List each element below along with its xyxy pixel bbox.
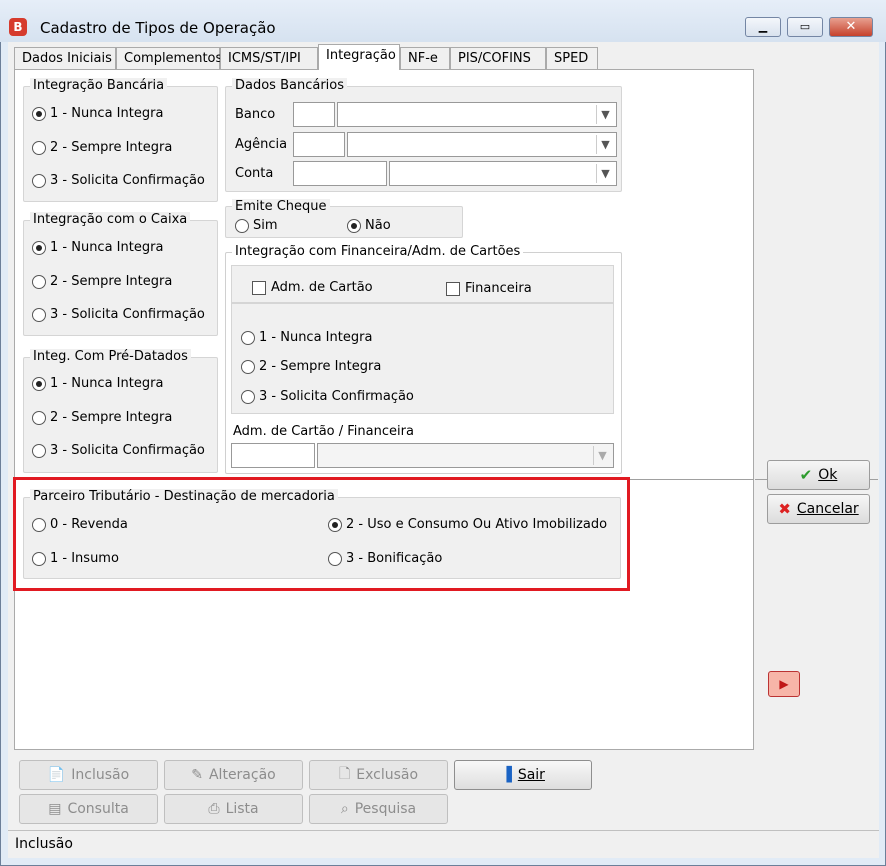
pesquisa-button[interactable]: ⌕ Pesquisa: [309, 794, 448, 824]
radio-bancaria-2[interactable]: 2 - Sempre Integra: [32, 140, 172, 155]
radio-financeira-3[interactable]: 3 - Solicita Confirmação: [241, 389, 414, 404]
maximize-button[interactable]: ▭: [787, 17, 823, 37]
radio-bancaria-1[interactable]: 1 - Nunca Integra: [32, 106, 163, 121]
conta-combo[interactable]: ▼: [389, 161, 617, 186]
conta-code-input[interactable]: [293, 161, 387, 186]
group-financeira: Integração com Financeira/Adm. de Cartõe…: [225, 244, 622, 474]
group-integracao-caixa: Integração com o Caixa 1 - Nunca Integra…: [23, 212, 218, 336]
chevron-down-icon[interactable]: ▼: [596, 135, 614, 154]
radio-caixa-2[interactable]: 2 - Sempre Integra: [32, 274, 172, 289]
status-text: Inclusão: [15, 836, 73, 852]
radio-dot-icon: [32, 240, 46, 255]
checkbox-icon: [252, 280, 266, 295]
radio-predatados-3[interactable]: 3 - Solicita Confirmação: [32, 443, 205, 458]
close-icon: ✕: [845, 19, 857, 34]
exclusao-button[interactable]: 🗋 Exclusão: [309, 760, 448, 790]
radio-cheque-nao[interactable]: Não: [347, 218, 391, 233]
radio-caixa-3[interactable]: 3 - Solicita Confirmação: [32, 307, 205, 322]
radio-financeira-1[interactable]: 1 - Nunca Integra: [241, 330, 372, 345]
adm-financeira-combo[interactable]: ▼: [317, 443, 614, 468]
cancel-button[interactable]: ✖ Cancelar: [767, 494, 870, 524]
printer-icon: ⎙: [208, 801, 220, 817]
radio-circle-icon: [241, 359, 255, 374]
sair-button[interactable]: ▐ Sair: [454, 760, 592, 790]
radio-bancaria-3[interactable]: 3 - Solicita Confirmação: [32, 173, 205, 188]
group-legend: Integração com o Caixa: [30, 212, 191, 227]
add-document-icon: 📄: [47, 767, 66, 783]
video-help-icon[interactable]: ▶: [768, 671, 800, 697]
minimize-button[interactable]: ▁: [745, 17, 781, 37]
radio-dot-icon: [32, 106, 46, 121]
group-legend: Emite Cheque: [232, 199, 330, 214]
tab-dados-iniciais[interactable]: Dados Iniciais: [14, 47, 116, 69]
checkbox-icon: [446, 281, 460, 296]
window-title: Cadastro de Tipos de Operação: [40, 19, 276, 37]
lista-button[interactable]: ⎙ Lista: [164, 794, 303, 824]
radio-circle-icon: [32, 140, 46, 155]
tab-nfe[interactable]: NF-e: [400, 47, 450, 69]
consulta-button[interactable]: ▤ Consulta: [19, 794, 158, 824]
search-icon: ⌕: [340, 801, 349, 817]
tab-complementos[interactable]: Complementos: [116, 47, 222, 69]
radio-financeira-2[interactable]: 2 - Sempre Integra: [241, 359, 381, 374]
close-button[interactable]: ✕: [829, 17, 873, 37]
radio-cheque-sim[interactable]: Sim: [235, 218, 278, 233]
group-dados-bancarios: Dados Bancários Banco ▼ Agência ▼ Conta …: [225, 78, 622, 192]
chevron-down-icon[interactable]: ▼: [593, 446, 611, 465]
agencia-code-input[interactable]: [293, 132, 345, 157]
tab-sped[interactable]: SPED: [546, 47, 598, 69]
chevron-down-icon[interactable]: ▼: [596, 164, 614, 183]
radio-circle-icon: [241, 389, 255, 404]
group-legend: Integ. Com Pré-Datados: [30, 349, 191, 364]
minimize-icon: ▁: [758, 20, 768, 33]
radio-circle-icon: [32, 410, 46, 425]
group-legend: Dados Bancários: [232, 78, 348, 93]
radio-predatados-1[interactable]: 1 - Nunca Integra: [32, 376, 163, 391]
banco-code-input[interactable]: [293, 102, 335, 127]
agencia-label: Agência: [235, 137, 288, 152]
inclusao-button[interactable]: 📄 Inclusão: [19, 760, 158, 790]
banco-label: Banco: [235, 107, 276, 122]
radio-dot-icon: [347, 218, 361, 233]
radio-predatados-2[interactable]: 2 - Sempre Integra: [32, 410, 172, 425]
checkmark-icon: ✔: [799, 466, 813, 484]
highlight-box: [13, 477, 630, 591]
radio-circle-icon: [32, 307, 46, 322]
radio-circle-icon: [32, 173, 46, 188]
agencia-combo[interactable]: ▼: [347, 132, 617, 157]
adm-financeira-label: Adm. de Cartão / Financeira: [233, 424, 414, 439]
app-icon: B: [9, 18, 27, 36]
tab-integracao[interactable]: Integração: [318, 44, 400, 70]
banco-combo[interactable]: ▼: [337, 102, 617, 127]
radio-circle-icon: [32, 274, 46, 289]
alteracao-button[interactable]: ✎ Alteração: [164, 760, 303, 790]
maximize-icon: ▭: [799, 20, 811, 33]
adm-financeira-code-input[interactable]: [231, 443, 315, 468]
ok-button[interactable]: ✔ Ok: [767, 460, 870, 490]
checkbox-adm-cartao[interactable]: Adm. de Cartão: [252, 280, 373, 295]
radio-circle-icon: [235, 218, 249, 233]
exit-door-icon: ▐: [501, 767, 512, 783]
radio-caixa-1[interactable]: 1 - Nunca Integra: [32, 240, 163, 255]
edit-icon: ✎: [191, 767, 203, 783]
radio-circle-icon: [241, 330, 255, 345]
tab-icms-st-ipi[interactable]: ICMS/ST/IPI: [220, 47, 318, 69]
checkbox-financeira[interactable]: Financeira: [446, 281, 532, 296]
group-integ-pre-datados: Integ. Com Pré-Datados 1 - Nunca Integra…: [23, 349, 218, 473]
delete-document-icon: 🗋: [338, 766, 351, 782]
cancel-x-icon: ✖: [778, 500, 791, 518]
group-legend: Integração Bancária: [30, 78, 168, 93]
group-integracao-bancaria: Integração Bancária 1 - Nunca Integra 2 …: [23, 78, 218, 202]
financeira-checkbox-area: Adm. de Cartão Financeira: [231, 265, 614, 303]
group-emite-cheque: Emite Cheque Sim Não: [225, 199, 463, 238]
radio-dot-icon: [32, 376, 46, 391]
chevron-down-icon[interactable]: ▼: [596, 105, 614, 124]
status-bar: [8, 830, 879, 858]
group-legend: Integração com Financeira/Adm. de Cartõe…: [232, 244, 524, 259]
radio-circle-icon: [32, 443, 46, 458]
query-icon: ▤: [48, 801, 62, 817]
tab-pis-cofins[interactable]: PIS/COFINS: [450, 47, 546, 69]
conta-label: Conta: [235, 166, 274, 181]
financeira-radio-area: 1 - Nunca Integra 2 - Sempre Integra 3 -…: [231, 303, 614, 414]
